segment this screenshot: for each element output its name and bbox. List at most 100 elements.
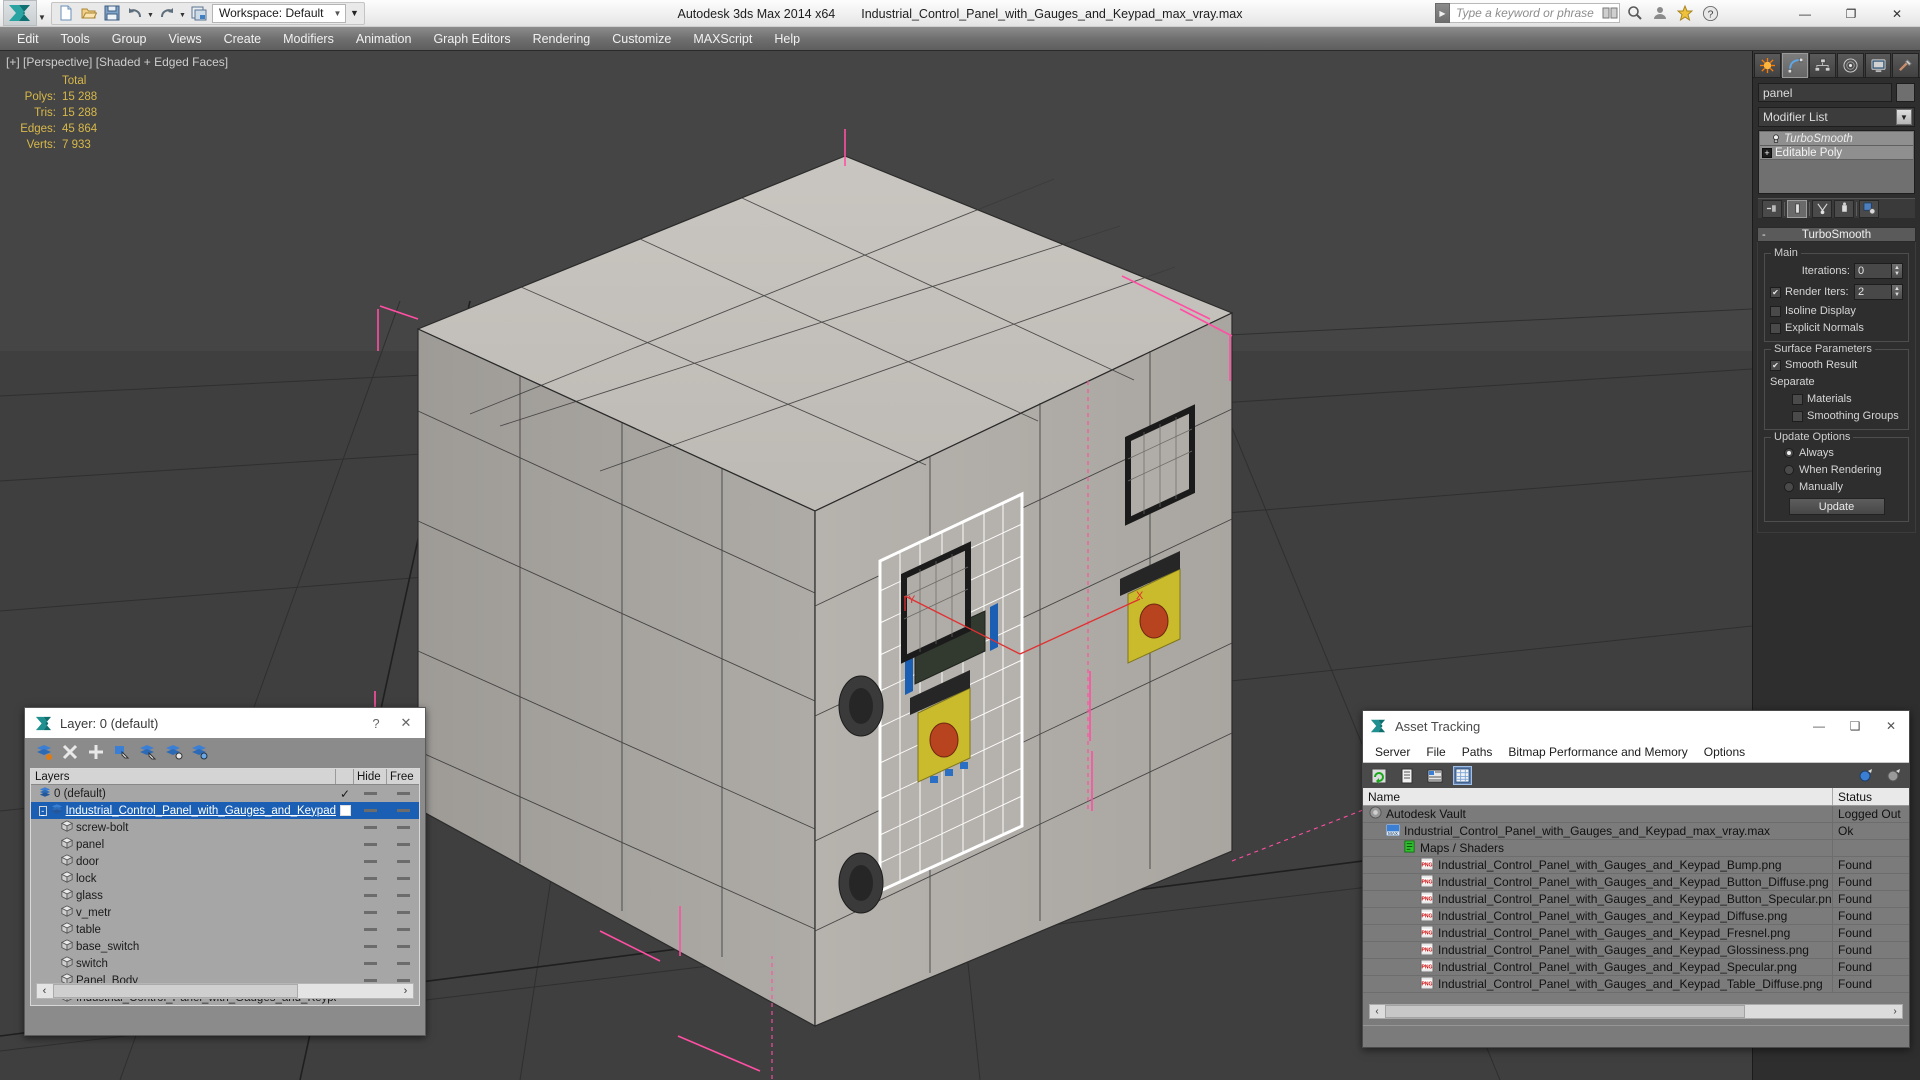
explicit-normals-row[interactable]: Explicit Normals	[1770, 322, 1903, 334]
layer-row-hide-toggle[interactable]	[354, 809, 387, 812]
layer-row-hide-toggle[interactable]	[354, 945, 387, 948]
layer-row-name[interactable]: lock	[31, 871, 336, 886]
asset-row[interactable]: MAX Industrial_Control_Panel_with_Gauges_…	[1363, 823, 1909, 840]
render-iters-value[interactable]: 2	[1854, 284, 1892, 300]
layer-row-checkbox[interactable]: ✓	[336, 787, 354, 801]
update-button[interactable]: Update	[1788, 498, 1885, 515]
layer-row-freeze-toggle[interactable]	[387, 979, 419, 982]
signin-icon[interactable]	[1650, 3, 1670, 23]
layer-row-hide-toggle[interactable]	[354, 843, 387, 846]
highlight-selected-objects-icon[interactable]	[164, 743, 183, 762]
tab-motion[interactable]	[1837, 53, 1864, 78]
asset-close-button[interactable]: ✕	[1873, 712, 1909, 741]
open-file-icon[interactable]	[77, 3, 100, 24]
asset-row-name[interactable]: Autodesk Vault	[1363, 806, 1833, 822]
layer-row-freeze-toggle[interactable]	[387, 945, 419, 948]
iterations-value[interactable]: 0	[1854, 263, 1892, 279]
chevron-down-icon[interactable]: ▼	[1896, 109, 1912, 125]
layer-row-freeze-toggle[interactable]	[387, 843, 419, 846]
tab-hierarchy[interactable]	[1809, 53, 1837, 78]
collapse-icon[interactable]: -	[1762, 229, 1766, 241]
layer-row-hide-toggle[interactable]	[354, 877, 387, 880]
asset-tracking-dialog[interactable]: Asset Tracking — ❑ ✕ Server File Paths Bitm…	[1362, 710, 1910, 1048]
spinner-arrows-icon[interactable]: ▲ ▼	[1892, 263, 1903, 279]
asset-row-name[interactable]: PNG Industrial_Control_Panel_with_Gauges_…	[1363, 874, 1833, 890]
smoothing-groups-checkbox[interactable]	[1792, 410, 1803, 422]
layer-dialog[interactable]: Layer: 0 (default) ? ✕ Layers Hide Free …	[24, 707, 426, 1036]
layer-row-freeze-toggle[interactable]	[387, 877, 419, 880]
layer-dialog-close-button[interactable]: ✕	[391, 709, 421, 737]
redo-dropdown-icon[interactable]: ▼	[178, 3, 187, 24]
layer-row-name[interactable]: - Industrial_Control_Panel_with_Gauges_an…	[31, 803, 336, 818]
object-name-field[interactable]: panel	[1758, 83, 1892, 102]
layer-row-name[interactable]: door	[31, 854, 336, 869]
layer-row-freeze-toggle[interactable]	[387, 894, 419, 897]
manually-row[interactable]: Manually	[1770, 481, 1903, 493]
remove-modifier-icon[interactable]	[1834, 199, 1854, 218]
workspace-selector[interactable]: Workspace: Default ▼	[212, 3, 347, 23]
lightbulb-icon[interactable]	[1770, 133, 1781, 144]
layer-row-hide-toggle[interactable]	[354, 928, 387, 931]
asset-menu-file[interactable]: File	[1418, 743, 1453, 761]
select-highlighted-objects-icon[interactable]	[138, 743, 157, 762]
layer-properties-icon[interactable]	[190, 743, 209, 762]
asset-row[interactable]: PNG Industrial_Control_Panel_with_Gauges_…	[1363, 857, 1909, 874]
check-in-icon[interactable]	[1856, 766, 1875, 785]
layer-row[interactable]: screw-bolt	[31, 819, 419, 836]
expand-icon[interactable]: +	[1762, 147, 1772, 158]
menu-graph-editors[interactable]: Graph Editors	[422, 29, 521, 49]
redo-icon[interactable]	[155, 3, 178, 24]
layer-row-hide-toggle[interactable]	[354, 894, 387, 897]
layer-row-name[interactable]: base_switch	[31, 939, 336, 954]
asset-menu-options[interactable]: Options	[1696, 743, 1753, 761]
layer-dialog-titlebar[interactable]: Layer: 0 (default) ? ✕	[25, 708, 425, 738]
show-end-result-icon[interactable]	[1787, 199, 1807, 218]
new-file-icon[interactable]	[54, 3, 77, 24]
render-iters-checkbox[interactable]	[1770, 286, 1781, 298]
undo-icon[interactable]	[123, 3, 146, 24]
layer-row-name[interactable]: panel	[31, 837, 336, 852]
menu-rendering[interactable]: Rendering	[522, 29, 602, 49]
maximize-button[interactable]: ❐	[1828, 0, 1874, 27]
smooth-result-checkbox[interactable]	[1770, 359, 1781, 371]
workspace-dropdown-icon[interactable]: ▼	[346, 3, 362, 24]
layer-row[interactable]: panel	[31, 836, 419, 853]
search-icon[interactable]	[1625, 3, 1645, 23]
save-file-icon[interactable]	[100, 3, 123, 24]
layer-row[interactable]: base_switch	[31, 938, 419, 955]
tab-modify[interactable]	[1781, 53, 1809, 78]
render-iters-spinner[interactable]: 2 ▲ ▼	[1854, 284, 1903, 300]
create-new-layer-icon[interactable]	[34, 743, 53, 762]
add-selection-to-layer-icon[interactable]	[86, 743, 105, 762]
asset-row[interactable]: PNG Industrial_Control_Panel_with_Gauges_…	[1363, 959, 1909, 976]
scroll-left-icon[interactable]: ‹	[1370, 1005, 1384, 1018]
asset-column-status[interactable]: Status	[1833, 788, 1909, 805]
layer-row-name[interactable]: table	[31, 922, 336, 937]
when-rendering-radio[interactable]	[1784, 465, 1794, 475]
close-button[interactable]: ✕	[1874, 0, 1920, 27]
max-application-button[interactable]	[3, 0, 37, 26]
layer-row-hide-toggle[interactable]	[354, 911, 387, 914]
turbosmooth-rollout-header[interactable]: - TurboSmooth	[1757, 227, 1916, 242]
asset-row[interactable]: PNG Industrial_Control_Panel_with_Gauges_…	[1363, 908, 1909, 925]
layer-row-freeze-toggle[interactable]	[387, 860, 419, 863]
asset-row-name[interactable]: PNG Industrial_Control_Panel_with_Gauges_…	[1363, 942, 1833, 958]
layer-row[interactable]: glass	[31, 887, 419, 904]
favorites-star-icon[interactable]	[1675, 3, 1695, 23]
asset-maximize-button[interactable]: ❑	[1837, 712, 1873, 741]
layer-row-name[interactable]: v_metr	[31, 905, 336, 920]
layer-row-freeze-toggle[interactable]	[387, 809, 419, 812]
modifier-list-dropdown[interactable]: Modifier List ▼	[1758, 107, 1915, 127]
asset-tracking-titlebar[interactable]: Asset Tracking — ❑ ✕	[1363, 711, 1909, 741]
layer-list[interactable]: Layers Hide Free 0 (default) ✓ - Industrial…	[30, 768, 420, 1006]
spinner-arrows-icon[interactable]: ▲ ▼	[1892, 284, 1903, 300]
layer-column-freeze[interactable]: Free	[387, 769, 419, 784]
always-row[interactable]: Always	[1770, 447, 1903, 459]
isoline-display-checkbox[interactable]	[1770, 305, 1781, 317]
tab-create[interactable]	[1754, 53, 1781, 78]
layer-row[interactable]: v_metr	[31, 904, 419, 921]
asset-row-name[interactable]: PNG Industrial_Control_Panel_with_Gauges_…	[1363, 857, 1833, 873]
menu-customize[interactable]: Customize	[601, 29, 682, 49]
asset-row[interactable]: PNG Industrial_Control_Panel_with_Gauges_…	[1363, 874, 1909, 891]
layer-list-hscrollbar[interactable]: ‹ ›	[36, 983, 414, 999]
